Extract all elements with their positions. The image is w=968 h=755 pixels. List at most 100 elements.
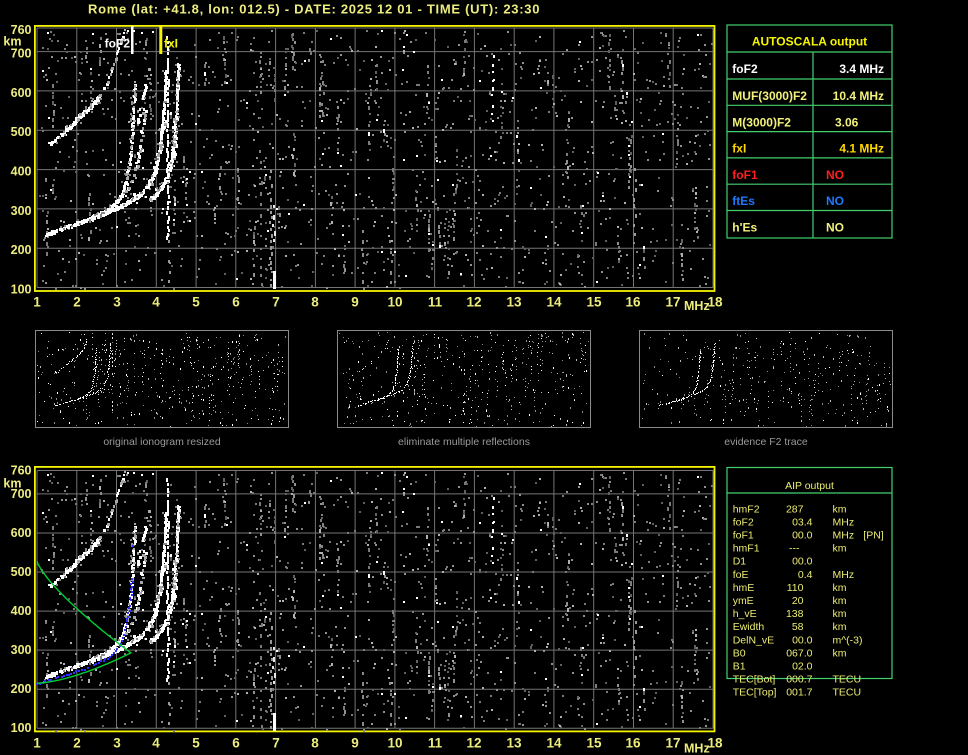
svg-text:10.4 MHz: 10.4 MHz	[833, 89, 884, 103]
svg-text:ftEs: ftEs	[732, 194, 755, 208]
svg-text:ymE: ymE	[733, 595, 754, 607]
svg-text:9: 9	[351, 736, 359, 751]
svg-text:---: ---	[789, 543, 800, 555]
svg-text:15: 15	[586, 736, 602, 751]
svg-text:067.0: 067.0	[786, 647, 812, 659]
svg-text:11: 11	[428, 294, 443, 309]
svg-text:700: 700	[11, 47, 32, 61]
svg-text:km: km	[833, 647, 847, 659]
svg-text:hmF2: hmF2	[733, 503, 760, 515]
svg-text:evidence F2 trace: evidence F2 trace	[724, 436, 808, 448]
svg-text:h_vE: h_vE	[733, 608, 757, 620]
svg-text:TECU: TECU	[833, 687, 862, 699]
svg-text:100: 100	[11, 721, 32, 735]
svg-text:M(3000)F2: M(3000)F2	[732, 115, 791, 129]
svg-text:foF2: foF2	[733, 516, 754, 528]
svg-text:5: 5	[192, 736, 200, 751]
svg-text:13: 13	[506, 294, 522, 309]
svg-text:600: 600	[11, 526, 32, 540]
svg-text:500: 500	[11, 565, 32, 579]
svg-text:eliminate multiple reflections: eliminate multiple reflections	[398, 436, 530, 448]
svg-text:000.7: 000.7	[786, 674, 812, 686]
svg-text:287: 287	[786, 503, 804, 515]
svg-text:500: 500	[11, 125, 32, 139]
svg-text:Ewidth: Ewidth	[733, 621, 765, 633]
svg-text:NO: NO	[826, 168, 844, 182]
svg-text:foF2: foF2	[732, 62, 758, 76]
svg-text:300: 300	[11, 204, 32, 218]
svg-text:MHz: MHz	[833, 516, 855, 528]
svg-text:14: 14	[546, 736, 562, 751]
svg-text:original ionogram resized: original ionogram resized	[103, 436, 220, 448]
svg-text:02.0: 02.0	[792, 661, 813, 673]
svg-text:3: 3	[113, 294, 121, 309]
svg-text:hmF1: hmF1	[733, 543, 760, 555]
svg-text:h'Es: h'Es	[732, 221, 757, 235]
svg-text:100: 100	[11, 283, 32, 297]
svg-text:km: km	[833, 582, 847, 594]
svg-text:B1: B1	[733, 661, 746, 673]
svg-text:4.1 MHz: 4.1 MHz	[839, 142, 884, 156]
svg-text:3: 3	[113, 736, 121, 751]
svg-text:7: 7	[272, 294, 280, 309]
svg-text:MHz: MHz	[833, 530, 855, 542]
svg-text:17: 17	[665, 294, 680, 309]
svg-text:16: 16	[625, 294, 641, 309]
svg-text:10: 10	[387, 294, 402, 309]
svg-text:5: 5	[192, 294, 200, 309]
svg-text:1: 1	[33, 736, 41, 751]
svg-text:MHz: MHz	[684, 299, 710, 313]
svg-text:00.0: 00.0	[792, 530, 813, 542]
svg-text:D1: D1	[733, 556, 747, 568]
svg-text:3.4 MHz: 3.4 MHz	[839, 62, 884, 76]
svg-text:10: 10	[387, 736, 402, 751]
svg-text:16: 16	[625, 736, 641, 751]
svg-text:110: 110	[787, 582, 804, 594]
svg-text:03.4: 03.4	[792, 516, 813, 528]
svg-text:[PN]: [PN]	[863, 530, 884, 542]
svg-text:4: 4	[152, 736, 160, 751]
svg-text:NO: NO	[826, 221, 844, 235]
svg-text:00.0: 00.0	[792, 556, 813, 568]
svg-text:km: km	[833, 621, 847, 633]
svg-text:MUF(3000)F2: MUF(3000)F2	[732, 89, 807, 103]
svg-text:11: 11	[428, 736, 443, 751]
svg-text:hmE: hmE	[733, 582, 755, 594]
svg-text:20: 20	[792, 595, 804, 607]
svg-text:Rome (lat: +41.8, lon: 012.5): Rome (lat: +41.8, lon: 012.5) - DATE: 20…	[88, 1, 540, 16]
svg-text:TECU: TECU	[833, 674, 862, 686]
svg-text:6: 6	[232, 294, 240, 309]
svg-text:km: km	[833, 608, 847, 620]
svg-text:13: 13	[506, 736, 522, 751]
svg-text:300: 300	[11, 643, 32, 657]
svg-text:AIP output: AIP output	[785, 480, 834, 492]
svg-text:400: 400	[11, 165, 32, 179]
svg-text:400: 400	[11, 604, 32, 618]
svg-text:17: 17	[665, 736, 680, 751]
svg-text:760: 760	[11, 464, 32, 478]
svg-text:TEC[Top]: TEC[Top]	[733, 687, 777, 699]
svg-text:2: 2	[73, 294, 81, 309]
svg-text:MHz: MHz	[833, 569, 855, 581]
svg-text:00.0: 00.0	[792, 634, 813, 646]
svg-text:200: 200	[11, 243, 32, 257]
svg-text:58: 58	[792, 621, 804, 633]
svg-text:fxI: fxI	[164, 37, 178, 51]
svg-text:B0: B0	[733, 647, 746, 659]
svg-text:14: 14	[546, 294, 562, 309]
svg-text:138: 138	[786, 608, 804, 620]
svg-text:DelN_vE: DelN_vE	[733, 634, 774, 646]
svg-text:8: 8	[311, 736, 319, 751]
svg-text:7: 7	[272, 736, 280, 751]
svg-text:foF2: foF2	[105, 37, 131, 51]
svg-text:foF1: foF1	[732, 168, 758, 182]
svg-text:600: 600	[11, 86, 32, 100]
svg-text:18: 18	[708, 294, 724, 309]
svg-text:fxI: fxI	[732, 142, 746, 156]
svg-text:3.06: 3.06	[835, 115, 859, 129]
svg-text:1: 1	[33, 294, 41, 309]
svg-text:6: 6	[232, 736, 240, 751]
svg-text:2: 2	[73, 736, 81, 751]
svg-text:0.4: 0.4	[798, 569, 813, 581]
svg-text:12: 12	[466, 294, 481, 309]
